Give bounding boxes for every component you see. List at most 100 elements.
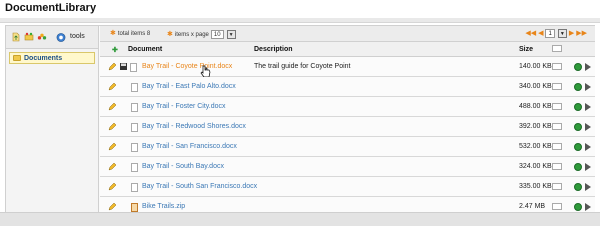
items-per-page-select[interactable]: 10 [210, 30, 224, 39]
edit-icon[interactable] [108, 122, 117, 133]
page-select[interactable]: 1 [545, 29, 555, 38]
play-icon[interactable] [585, 63, 591, 71]
tree-item-label: Documents [24, 54, 63, 62]
total-items: ✱ total items 8 [110, 30, 150, 37]
status-icon[interactable] [574, 123, 582, 131]
tree-item-documents[interactable]: Documents [9, 52, 95, 64]
document-link[interactable]: Bay Trail - Redwood Shores.docx [142, 123, 246, 130]
row-actions [108, 162, 117, 173]
document-link[interactable]: Bay Trail - San Francisco.docx [142, 143, 237, 150]
tools-label[interactable]: tools [70, 33, 85, 40]
grid-header: ✚ Document Description Size [100, 42, 595, 57]
total-items-label: total items 8 [117, 30, 151, 37]
play-icon[interactable] [585, 143, 591, 151]
column-document[interactable]: Document [128, 46, 162, 53]
items-per-page: ✱ items x page 10 ▼ [167, 30, 236, 39]
document-grid: ✚ Document Description Size Bay Trail - … [100, 42, 595, 217]
title-divider [0, 18, 600, 23]
document-size: 335.00 KB [519, 183, 552, 190]
status-icon[interactable] [574, 83, 582, 91]
row-actions [108, 182, 117, 193]
mail-icon[interactable] [552, 45, 562, 52]
next-page-icon[interactable]: ▶ [569, 30, 574, 37]
status-icon[interactable] [574, 63, 582, 71]
mail-icon[interactable] [552, 163, 562, 170]
chevron-down-icon[interactable]: ▼ [557, 29, 567, 38]
status-icon[interactable] [574, 203, 582, 211]
column-size[interactable]: Size [519, 46, 533, 53]
document-size: 392.00 KB [519, 123, 552, 130]
document-size: 340.00 KB [519, 83, 552, 90]
play-icon[interactable] [585, 123, 591, 131]
document-file-icon [131, 123, 138, 132]
library-panel: tools Documents ✱ total items 8 ✱ items … [5, 25, 596, 222]
document-file-icon [131, 183, 138, 192]
play-icon[interactable] [585, 183, 591, 191]
first-page-icon[interactable]: ◀◀ [525, 30, 536, 37]
users-icon[interactable] [37, 32, 47, 42]
last-page-icon[interactable]: ▶▶ [576, 30, 587, 37]
pager: ◀◀ ◀ 1 ▼ ▶ ▶▶ [525, 29, 587, 38]
save-icon[interactable] [119, 62, 128, 73]
status-icon[interactable] [574, 103, 582, 111]
play-icon[interactable] [585, 163, 591, 171]
status-icon[interactable] [574, 163, 582, 171]
folder-icon [13, 55, 21, 61]
app-title: DocumentLibrary [5, 2, 97, 14]
new-folder-icon[interactable] [24, 32, 34, 42]
page-value: 1 [548, 30, 552, 37]
document-link[interactable]: Bay Trail - South Bay.docx [142, 163, 224, 170]
document-link[interactable]: Bike Trails.zip [142, 203, 185, 210]
list-toolbar: ✱ total items 8 ✱ items x page 10 ▼ ◀◀ ◀… [100, 26, 595, 42]
status-icon[interactable] [574, 183, 582, 191]
row-actions [108, 62, 128, 73]
star-icon: ✱ [110, 30, 116, 37]
mail-icon[interactable] [552, 63, 562, 70]
edit-icon[interactable] [108, 142, 117, 153]
table-row[interactable]: Bay Trail - Coyote Point.docx The trail g… [100, 57, 595, 78]
prev-page-icon[interactable]: ◀ [538, 30, 543, 37]
document-link[interactable]: Bay Trail - Coyote Point.docx [142, 63, 232, 70]
table-row[interactable]: Bay Trail - South San Francisco.docx 335.… [100, 177, 595, 197]
edit-icon[interactable] [108, 162, 117, 173]
upload-icon[interactable] [11, 32, 21, 42]
zip-file-icon [131, 203, 138, 212]
document-file-icon [130, 63, 137, 72]
table-row[interactable]: Bay Trail - South Bay.docx 324.00 KB [100, 157, 595, 177]
mail-icon[interactable] [552, 83, 562, 90]
document-file-icon [131, 103, 138, 112]
add-document-icon[interactable]: ✚ [112, 46, 118, 54]
document-link[interactable]: Bay Trail - Foster City.docx [142, 103, 226, 110]
edit-icon[interactable] [108, 182, 117, 193]
document-size: 2.47 MB [519, 203, 546, 210]
column-description[interactable]: Description [254, 46, 293, 53]
play-icon[interactable] [585, 103, 591, 111]
table-row[interactable]: Bay Trail - Foster City.docx 488.00 KB [100, 97, 595, 117]
mail-icon[interactable] [552, 143, 562, 150]
table-row[interactable]: Bay Trail - East Palo Alto.docx 340.00 KB [100, 77, 595, 97]
document-link[interactable]: Bay Trail - South San Francisco.docx [142, 183, 257, 190]
chevron-down-icon[interactable]: ▼ [226, 30, 236, 39]
document-link[interactable]: Bay Trail - East Palo Alto.docx [142, 83, 236, 90]
mail-icon[interactable] [552, 103, 562, 110]
play-icon[interactable] [585, 83, 591, 91]
edit-icon[interactable] [108, 62, 117, 73]
play-icon[interactable] [585, 203, 591, 211]
row-actions [108, 82, 117, 93]
table-row[interactable]: Bay Trail - Redwood Shores.docx 392.00 KB [100, 117, 595, 137]
items-per-page-value: 10 [213, 31, 221, 38]
mail-icon[interactable] [552, 183, 562, 190]
footer-strip [0, 212, 600, 226]
folder-tree: Documents [6, 49, 99, 222]
mail-icon[interactable] [552, 123, 562, 130]
mail-icon[interactable] [552, 203, 562, 210]
status-icon[interactable] [574, 143, 582, 151]
edit-icon[interactable] [108, 102, 117, 113]
table-row[interactable]: Bay Trail - San Francisco.docx 532.00 KB [100, 137, 595, 157]
document-description: The trail guide for Coyote Point [254, 63, 351, 70]
row-actions [108, 142, 117, 153]
document-file-icon [131, 163, 138, 172]
tools-icon[interactable] [56, 32, 66, 42]
edit-icon[interactable] [108, 82, 117, 93]
document-size: 140.00 KB [519, 63, 552, 70]
